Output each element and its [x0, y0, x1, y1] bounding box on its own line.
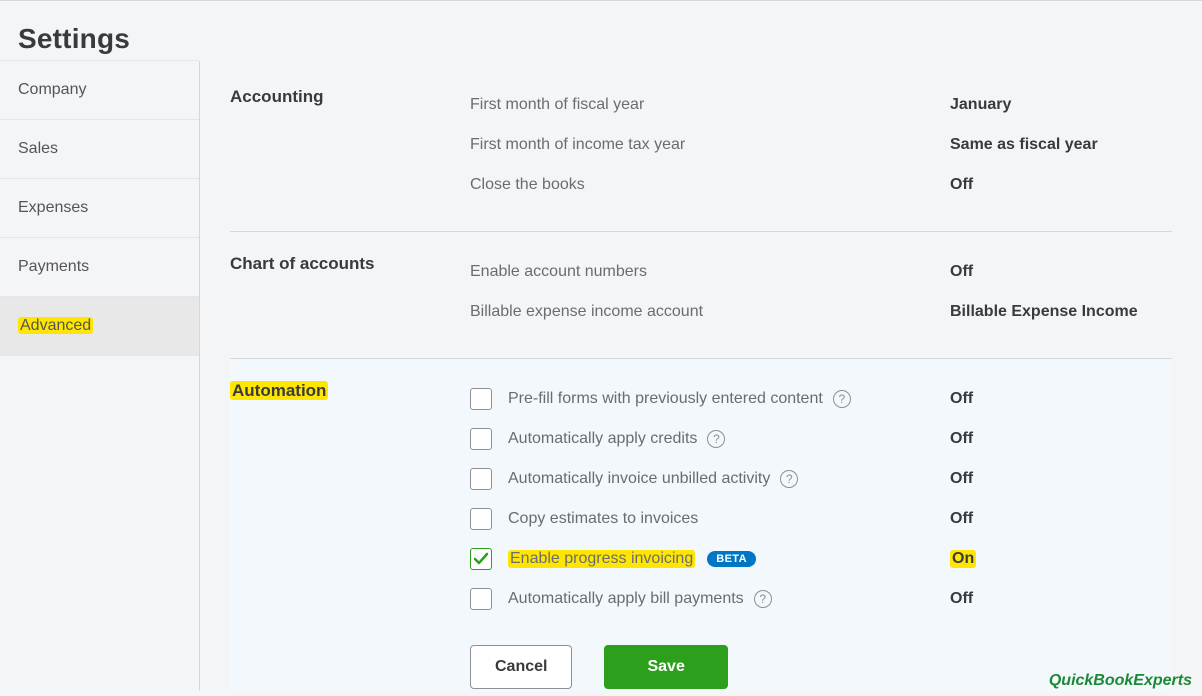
help-icon[interactable]: ? [707, 430, 725, 448]
setting-value-text: On [950, 550, 976, 568]
sidebar-item-advanced[interactable]: Advanced [0, 296, 199, 356]
setting-label: Automatically apply bill payments [508, 590, 744, 608]
checkbox-prefill[interactable] [470, 388, 492, 410]
sidebar: Company Sales Expenses Payments Advanced [0, 61, 200, 691]
setting-row: Enable account numbers Off [470, 252, 1172, 292]
section-automation: Automation Pre-fill forms with previousl… [230, 359, 1172, 691]
setting-value: Off [950, 176, 973, 194]
setting-label: Enable account numbers [470, 263, 950, 281]
checkmark-icon [473, 551, 489, 567]
watermark: QuickBookExperts [1049, 672, 1192, 690]
section-chart-of-accounts: Chart of accounts Enable account numbers… [230, 232, 1172, 359]
sidebar-item-label: Advanced [18, 317, 93, 334]
section-accounting: Accounting First month of fiscal year Ja… [230, 85, 1172, 232]
help-icon[interactable]: ? [754, 590, 772, 608]
section-title-text: Automation [230, 381, 328, 400]
setting-row: Billable expense income account Billable… [470, 292, 1172, 332]
sidebar-item-label: Payments [18, 258, 89, 275]
setting-label: Automatically apply credits [508, 430, 697, 448]
help-icon[interactable]: ? [833, 390, 851, 408]
beta-badge: BETA [707, 551, 756, 567]
setting-value: Off [950, 263, 973, 281]
checkbox-copy-estimates[interactable] [470, 508, 492, 530]
setting-value: Off [950, 590, 973, 608]
setting-value: January [950, 96, 1011, 114]
sidebar-item-label: Sales [18, 140, 58, 157]
sidebar-item-expenses[interactable]: Expenses [0, 178, 199, 238]
checkbox-progress-invoicing[interactable] [470, 548, 492, 570]
content-area: Accounting First month of fiscal year Ja… [200, 65, 1202, 691]
setting-label: Close the books [470, 176, 950, 194]
setting-label: Billable expense income account [470, 303, 950, 321]
checkbox-apply-credits[interactable] [470, 428, 492, 450]
section-title: Automation [230, 379, 470, 691]
setting-row: Copy estimates to invoices Off [470, 499, 1172, 539]
setting-value: Same as fiscal year [950, 136, 1098, 154]
setting-label: First month of fiscal year [470, 96, 950, 114]
setting-row: Automatically apply credits ? Off [470, 419, 1172, 459]
checkbox-invoice-unbilled[interactable] [470, 468, 492, 490]
setting-value: Off [950, 470, 973, 488]
section-title: Accounting [230, 85, 470, 205]
checkbox-apply-bill-payments[interactable] [470, 588, 492, 610]
setting-value: Billable Expense Income [950, 303, 1138, 321]
save-button[interactable]: Save [604, 645, 727, 689]
sidebar-item-sales[interactable]: Sales [0, 119, 199, 179]
setting-row-progress-invoicing: Enable progress invoicing BETA On [470, 539, 1172, 579]
setting-value: Off [950, 510, 973, 528]
sidebar-item-company[interactable]: Company [0, 60, 199, 120]
setting-value: Off [950, 390, 973, 408]
setting-label: Copy estimates to invoices [508, 510, 698, 528]
setting-value: On [950, 550, 976, 568]
setting-label: Pre-fill forms with previously entered c… [508, 390, 823, 408]
setting-row: Automatically apply bill payments ? Off [470, 579, 1172, 619]
help-icon[interactable]: ? [780, 470, 798, 488]
sidebar-item-label: Company [18, 81, 86, 98]
page-title: Settings [0, 1, 1202, 65]
setting-label: First month of income tax year [470, 136, 950, 154]
setting-label: Enable progress invoicing [508, 550, 695, 568]
setting-row: Close the books Off [470, 165, 1172, 205]
sidebar-item-label: Expenses [18, 199, 88, 216]
section-title: Chart of accounts [230, 252, 470, 332]
setting-value: Off [950, 430, 973, 448]
setting-row: First month of income tax year Same as f… [470, 125, 1172, 165]
sidebar-item-payments[interactable]: Payments [0, 237, 199, 297]
cancel-button[interactable]: Cancel [470, 645, 572, 689]
setting-label: Automatically invoice unbilled activity [508, 470, 770, 488]
setting-row: Automatically invoice unbilled activity … [470, 459, 1172, 499]
setting-row: First month of fiscal year January [470, 85, 1172, 125]
setting-row: Pre-fill forms with previously entered c… [470, 379, 1172, 419]
